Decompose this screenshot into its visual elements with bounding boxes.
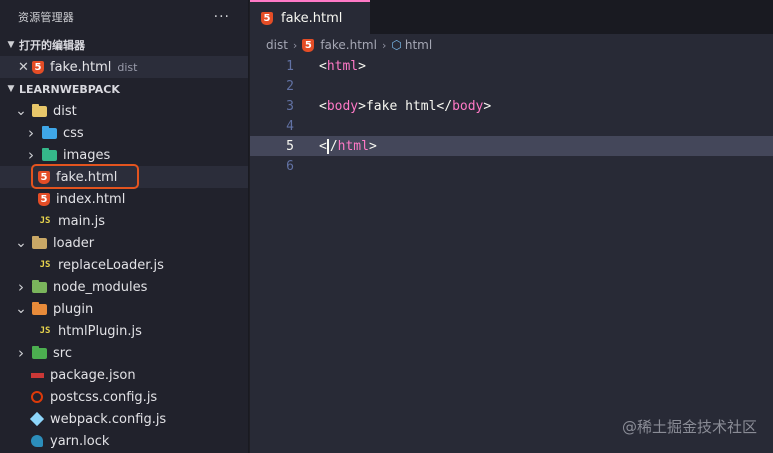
html5-icon: 5: [32, 60, 44, 74]
file-tree: ⌄ dist › css › images 5 fake.html 5 index.html JS m…: [0, 100, 248, 452]
breadcrumb-dist[interactable]: dist: [266, 38, 288, 52]
html5-icon: 5: [261, 11, 273, 25]
tree-item-images[interactable]: › images: [0, 144, 248, 166]
code-line[interactable]: 6: [250, 156, 773, 176]
code-editor[interactable]: 1 <html> 2 3 <body>fake html</body> 4 5 </html>…: [250, 56, 773, 176]
tree-item-dist[interactable]: ⌄ dist: [0, 100, 248, 122]
tree-item-replaceloader-js[interactable]: JS replaceLoader.js: [0, 254, 248, 276]
tree-item-css[interactable]: › css: [0, 122, 248, 144]
open-editor-item[interactable]: ✕ 5 fake.html dist: [0, 56, 248, 78]
tree-item-src[interactable]: › src: [0, 342, 248, 364]
tree-item-label: images: [63, 147, 111, 163]
tab-bar: 5 fake.html: [250, 0, 773, 34]
tree-item-label: yarn.lock: [50, 433, 110, 449]
js-icon: JS: [39, 216, 51, 226]
code-text: <html>: [319, 58, 366, 74]
chevron-right-icon: ›: [28, 124, 34, 142]
tab-fake-html[interactable]: 5 fake.html: [250, 0, 370, 34]
node-folder-icon: [32, 279, 47, 293]
chevron-down-icon: ▼: [7, 84, 15, 94]
more-actions-icon[interactable]: ···: [214, 9, 230, 25]
chevron-down-icon: ⌄: [15, 301, 27, 317]
code-line[interactable]: 4: [250, 116, 773, 136]
code-line[interactable]: 3 <body>fake html</body>: [250, 96, 773, 116]
editor-area: 5 fake.html dist › 5 fake.html › ⬡ html …: [250, 0, 773, 453]
tree-item-postcss-config-js[interactable]: postcss.config.js: [0, 386, 248, 408]
explorer-header: 资源管理器 ···: [0, 0, 248, 34]
line-number: 2: [286, 78, 294, 94]
loader-folder-icon: [32, 235, 47, 249]
images-folder-icon: [42, 147, 57, 161]
explorer-sidebar: 资源管理器 ··· ▼ 打开的编辑器 ✕ 5 fake.html dist ▼ …: [0, 0, 249, 453]
code-line[interactable]: 1 <html>: [250, 56, 773, 76]
line-number: 6: [286, 158, 294, 174]
tree-item-node-modules[interactable]: › node_modules: [0, 276, 248, 298]
project-section[interactable]: ▼ LEARNWEBPACK: [0, 78, 248, 100]
open-editor-dir: dist: [117, 60, 138, 74]
css-folder-icon: [42, 125, 57, 139]
tree-item-package-json[interactable]: package.json: [0, 364, 248, 386]
js-icon: JS: [39, 260, 51, 270]
tree-item-label: plugin: [53, 301, 94, 317]
line-number: 3: [286, 98, 294, 114]
tree-item-label: node_modules: [53, 279, 148, 295]
plugin-folder-icon: [32, 301, 47, 315]
tree-item-label: index.html: [56, 191, 126, 207]
tree-item-label: replaceLoader.js: [58, 257, 164, 273]
chevron-right-icon: ›: [28, 146, 34, 164]
project-label: LEARNWEBPACK: [19, 82, 120, 96]
code-line[interactable]: 2: [250, 76, 773, 96]
chevron-down-icon: ⌄: [15, 103, 27, 119]
breadcrumb-symbol[interactable]: html: [405, 38, 432, 52]
tree-item-label: dist: [53, 103, 77, 119]
open-editors-section[interactable]: ▼ 打开的编辑器: [0, 34, 248, 56]
npm-icon: [30, 368, 44, 382]
highlight-annotation: [31, 164, 139, 189]
open-editor-name: fake.html: [50, 59, 112, 75]
code-text: </html>: [319, 138, 377, 154]
open-editors-label: 打开的编辑器: [19, 39, 85, 52]
tree-item-label: css: [63, 125, 84, 141]
postcss-icon: [30, 390, 44, 404]
tree-item-htmlplugin-js[interactable]: JS htmlPlugin.js: [0, 320, 248, 342]
tree-item-label: loader: [53, 235, 95, 251]
tree-item-label: htmlPlugin.js: [58, 323, 142, 339]
tree-item-loader[interactable]: ⌄ loader: [0, 232, 248, 254]
html5-icon: 5: [302, 38, 315, 52]
chevron-down-icon: ⌄: [15, 235, 27, 251]
chevron-right-icon: ›: [18, 344, 24, 362]
breadcrumb-file[interactable]: fake.html: [320, 38, 377, 52]
line-number: 5: [286, 138, 294, 154]
line-number: 1: [286, 58, 294, 74]
chevron-down-icon: ▼: [7, 40, 15, 50]
tree-item-label: src: [53, 345, 72, 361]
chevron-right-icon: ›: [381, 38, 387, 52]
webpack-icon: [29, 411, 45, 427]
tree-item-label: postcss.config.js: [50, 389, 158, 405]
code-line[interactable]: 5 </html>: [250, 136, 773, 156]
tree-item-label: package.json: [50, 367, 136, 383]
html5-icon: 5: [38, 192, 50, 206]
tree-item-index-html[interactable]: 5 index.html: [0, 188, 248, 210]
symbol-element-icon: ⬡: [391, 38, 402, 52]
yarn-icon: [30, 434, 44, 448]
breadcrumb: dist › 5 fake.html › ⬡ html: [250, 34, 773, 56]
tree-item-webpack-config-js[interactable]: webpack.config.js: [0, 408, 248, 430]
explorer-title: 资源管理器: [18, 11, 74, 24]
tab-label: fake.html: [281, 10, 343, 26]
watermark: @稀土掘金技术社区: [621, 418, 757, 436]
close-icon[interactable]: ✕: [18, 60, 32, 75]
chevron-right-icon: ›: [18, 278, 24, 296]
line-number: 4: [286, 118, 294, 134]
tree-item-plugin[interactable]: ⌄ plugin: [0, 298, 248, 320]
tree-item-main-js[interactable]: JS main.js: [0, 210, 248, 232]
tree-item-label: main.js: [58, 213, 105, 229]
js-icon: JS: [39, 326, 51, 336]
chevron-right-icon: ›: [292, 38, 298, 52]
dist-folder-icon: [32, 103, 47, 117]
code-text: <body>fake html</body>: [319, 98, 492, 114]
tree-item-label: webpack.config.js: [50, 411, 167, 427]
tree-item-yarn-lock[interactable]: yarn.lock: [0, 430, 248, 452]
src-folder-icon: [32, 345, 47, 359]
